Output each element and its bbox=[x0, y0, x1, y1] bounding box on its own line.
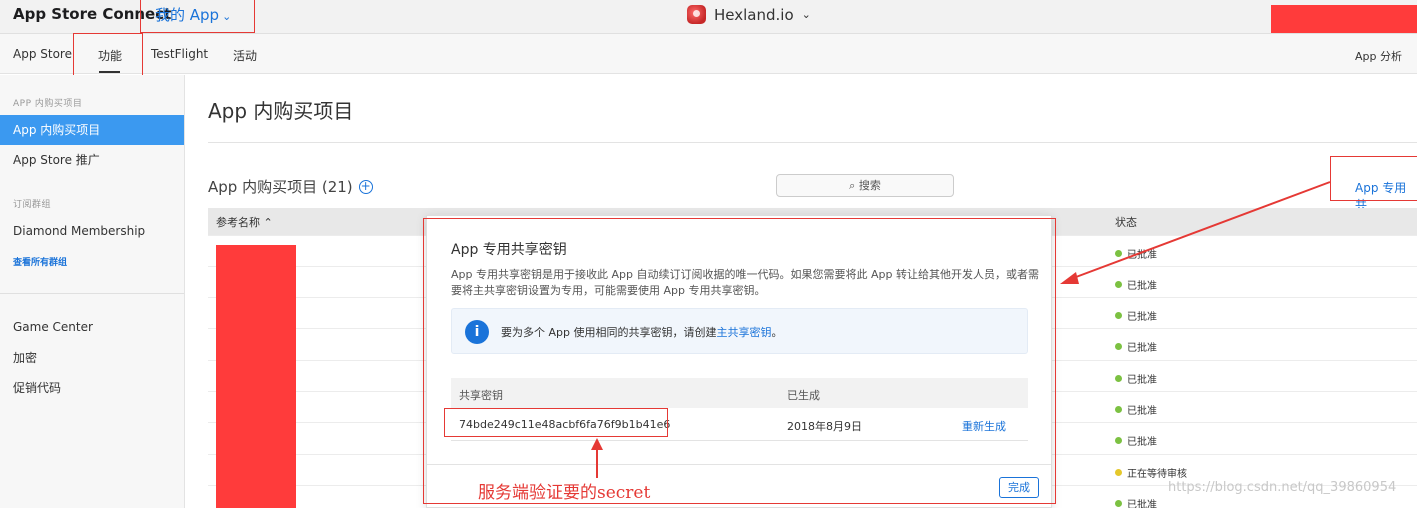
status-dot-icon bbox=[1115, 375, 1122, 382]
sidebar-item-promo[interactable]: App Store 推广 bbox=[0, 145, 184, 175]
add-icon[interactable]: + bbox=[358, 179, 373, 194]
status-text: 已批准 bbox=[1127, 500, 1157, 508]
divider bbox=[208, 142, 1417, 143]
annotation-highlight-box bbox=[423, 218, 1056, 504]
status-text: 已批准 bbox=[1127, 312, 1157, 323]
status-dot-icon bbox=[1115, 500, 1122, 507]
app-analytics-link[interactable]: App 分析 bbox=[1355, 48, 1402, 64]
section-title: App 内购买项目 (21) + bbox=[208, 176, 373, 197]
section-title-text: App 内购买项目 (21) bbox=[208, 178, 353, 196]
status-badge: 已批准 bbox=[1115, 277, 1157, 292]
status-dot-icon bbox=[1115, 406, 1122, 413]
status-badge: 已批准 bbox=[1115, 371, 1157, 386]
status-dot-icon bbox=[1115, 343, 1122, 350]
page-title: App 内购买项目 bbox=[208, 99, 354, 123]
search-placeholder: 搜索 bbox=[858, 179, 881, 192]
status-text: 正在等待审核 bbox=[1127, 469, 1187, 480]
app-icon bbox=[687, 5, 706, 24]
status-badge: 已批准 bbox=[1115, 339, 1157, 354]
annotation-arrowhead bbox=[1060, 272, 1079, 284]
status-text: 已批准 bbox=[1127, 343, 1157, 354]
secondary-nav: App Store 功能 TestFlight 活动 App 分析 bbox=[0, 34, 1417, 74]
sidebar: APP 内购买项目 App 内购买项目 App Store 推广 订阅群组 Di… bbox=[0, 75, 185, 508]
column-reference-name[interactable]: 参考名称 ⌃ bbox=[216, 214, 273, 230]
status-dot-icon bbox=[1115, 469, 1122, 476]
redaction-block bbox=[1271, 5, 1417, 33]
app-switcher[interactable]: Hexland.io ⌄ bbox=[687, 5, 811, 24]
status-dot-icon bbox=[1115, 312, 1122, 319]
status-badge: 已批准 bbox=[1115, 433, 1157, 448]
sidebar-item-iap[interactable]: App 内购买项目 bbox=[0, 115, 184, 145]
status-badge: 已批准 bbox=[1115, 246, 1157, 261]
annotation-highlight-box bbox=[1330, 156, 1417, 201]
status-dot-icon bbox=[1115, 281, 1122, 288]
sidebar-item-gamecenter[interactable]: Game Center bbox=[0, 312, 184, 342]
status-badge: 已批准 bbox=[1115, 402, 1157, 417]
tab-testflight[interactable]: TestFlight bbox=[151, 47, 208, 61]
sidebar-item-promo-codes[interactable]: 促销代码 bbox=[0, 373, 184, 403]
sidebar-heading-iap: APP 内购买项目 bbox=[13, 99, 83, 109]
status-badge: 已批准 bbox=[1115, 496, 1157, 508]
tab-app-store[interactable]: App Store bbox=[13, 47, 72, 61]
tab-activity[interactable]: 活动 bbox=[233, 47, 257, 64]
redaction-block bbox=[216, 245, 296, 508]
status-text: 已批准 bbox=[1127, 250, 1157, 261]
search-icon: ⌕ bbox=[849, 179, 856, 192]
sidebar-divider bbox=[0, 293, 184, 294]
status-text: 已批准 bbox=[1127, 375, 1157, 386]
status-text: 已批准 bbox=[1127, 281, 1157, 292]
chevron-down-icon: ⌄ bbox=[801, 8, 811, 21]
search-input[interactable]: ⌕ 搜索 bbox=[776, 174, 954, 197]
annotation-highlight-box bbox=[140, 0, 255, 33]
app-name: Hexland.io bbox=[714, 5, 794, 24]
status-badge: 已批准 bbox=[1115, 308, 1157, 323]
status-dot-icon bbox=[1115, 250, 1122, 257]
status-badge: 正在等待审核 bbox=[1115, 465, 1187, 480]
status-text: 已批准 bbox=[1127, 406, 1157, 417]
column-status[interactable]: 状态 bbox=[1115, 214, 1137, 230]
annotation-text: 服务端验证要的secret bbox=[478, 483, 651, 503]
status-text: 已批准 bbox=[1127, 437, 1157, 448]
status-dot-icon bbox=[1115, 437, 1122, 444]
watermark: https://blog.csdn.net/qq_39860954 bbox=[1168, 480, 1397, 495]
sidebar-item-encryption[interactable]: 加密 bbox=[0, 343, 184, 373]
view-all-groups-link[interactable]: 查看所有群组 bbox=[13, 255, 67, 268]
sidebar-heading-subscriptions: 订阅群组 bbox=[13, 200, 52, 210]
sidebar-item-diamond[interactable]: Diamond Membership bbox=[0, 216, 184, 246]
